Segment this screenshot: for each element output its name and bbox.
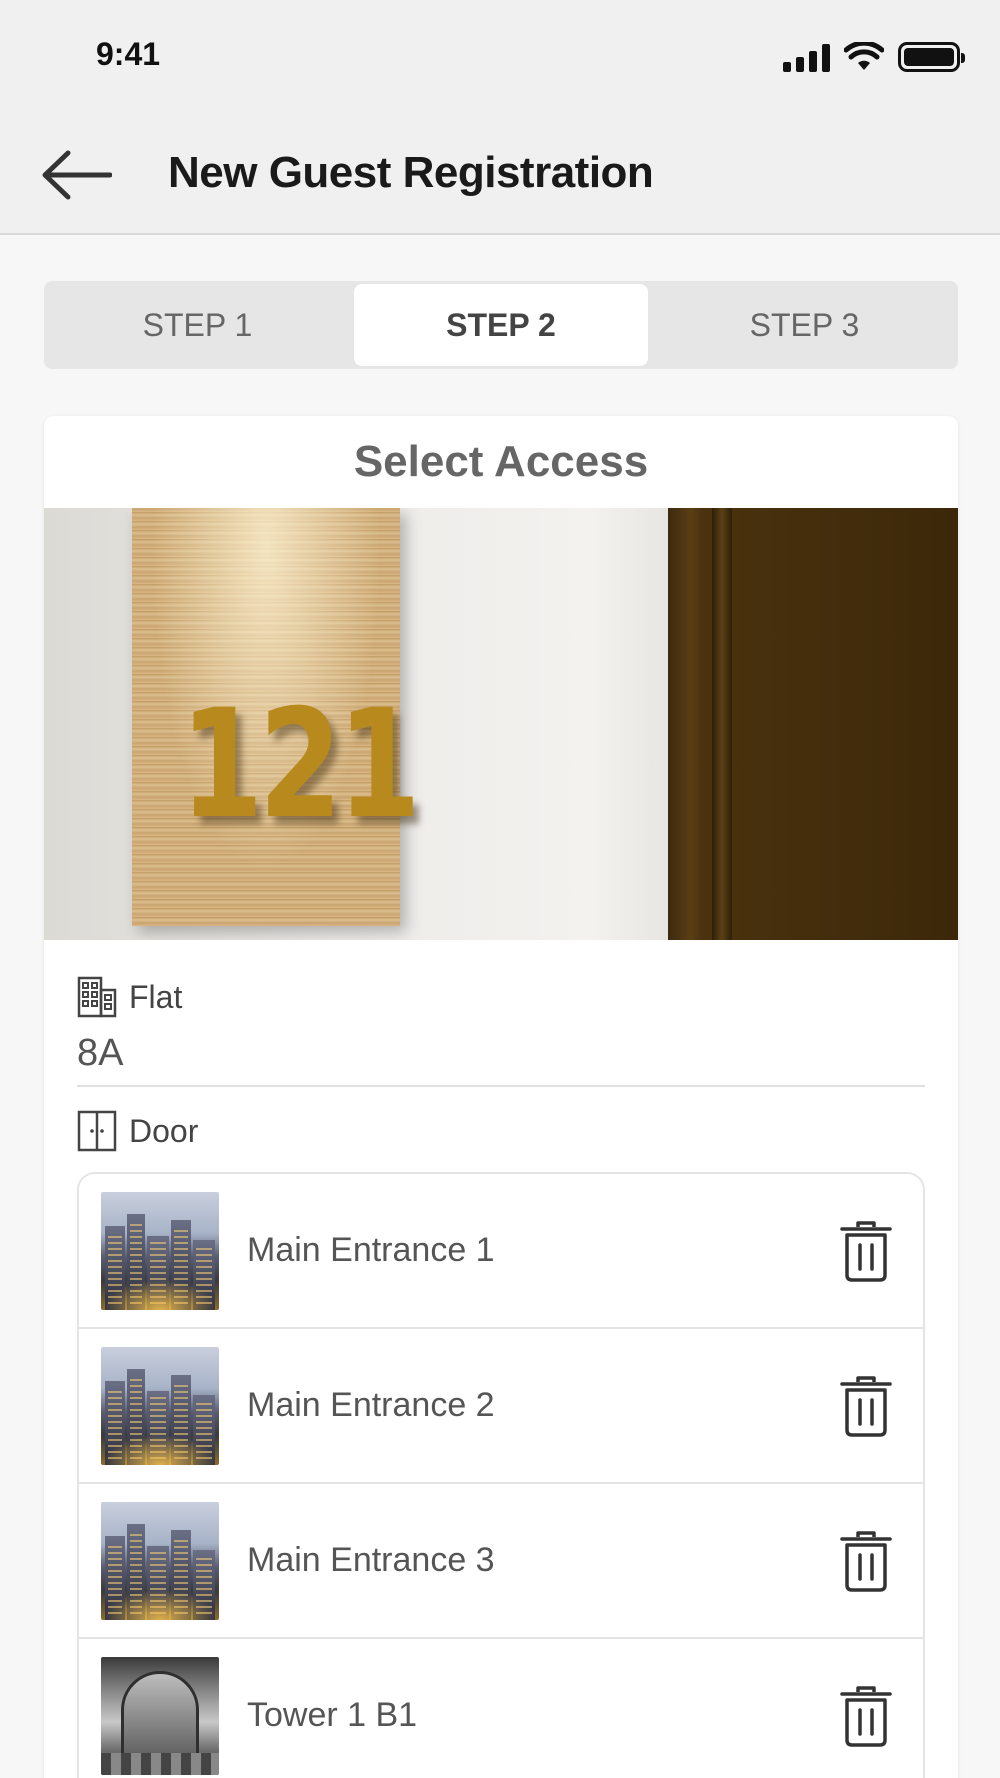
building-icon: [77, 976, 117, 1018]
cellular-signal-icon: [783, 42, 830, 72]
trash-icon: [840, 1685, 892, 1747]
flat-label-row: Flat: [77, 976, 925, 1018]
page-title: New Guest Registration: [168, 148, 654, 197]
delete-door-button[interactable]: [831, 1366, 901, 1446]
city-skyline-thumbnail: [101, 1191, 219, 1310]
door-label: Door: [129, 1112, 199, 1149]
flat-value: 8A: [77, 1032, 925, 1087]
door-list-item[interactable]: Main Entrance 3: [79, 1484, 923, 1639]
status-icons: [783, 42, 965, 72]
step-1-tab[interactable]: STEP 1: [47, 284, 348, 366]
top-area: 9:41 New Guest Registration: [0, 0, 1000, 235]
back-button[interactable]: [36, 140, 116, 210]
trash-icon: [840, 1375, 892, 1437]
door-name: Main Entrance 1: [247, 1231, 495, 1269]
door-icon: [77, 1110, 117, 1152]
door-list-item[interactable]: Main Entrance 2: [79, 1329, 923, 1484]
delete-door-button[interactable]: [831, 1521, 901, 1601]
door-name: Main Entrance 2: [247, 1386, 495, 1424]
arrow-left-icon: [42, 150, 112, 200]
flat-label: Flat: [129, 978, 183, 1015]
lobby-thumbnail: [101, 1656, 219, 1775]
door-list: Main Entrance 1 Main Entrance 2 Main Ent…: [77, 1172, 925, 1778]
header: New Guest Registration: [0, 120, 1000, 230]
door-sign-number: 121: [180, 678, 421, 852]
status-time: 9:41: [96, 36, 161, 72]
door-name: Tower 1 B1: [247, 1696, 418, 1734]
access-card: Select Access 121 Flat 8A Door Main Entr…: [44, 416, 958, 1778]
delete-door-button[interactable]: [831, 1211, 901, 1291]
flat-field[interactable]: Flat 8A: [77, 976, 925, 1087]
step-2-tab[interactable]: STEP 2: [354, 284, 648, 366]
stepper: STEP 1 STEP 2 STEP 3: [44, 281, 958, 369]
wifi-icon: [844, 42, 884, 70]
flat-door-photo: 121: [44, 508, 958, 940]
step-3-tab[interactable]: STEP 3: [654, 284, 955, 366]
door-list-item[interactable]: Main Entrance 1: [79, 1174, 923, 1329]
delete-door-button[interactable]: [831, 1676, 901, 1756]
door-label-row: Door: [77, 1110, 198, 1152]
city-skyline-thumbnail: [101, 1501, 219, 1620]
battery-icon: [898, 42, 965, 72]
door-field: Door: [77, 1110, 198, 1152]
status-bar: 9:41: [0, 0, 1000, 110]
door-frame: [668, 508, 958, 940]
door-name: Main Entrance 3: [247, 1541, 495, 1579]
city-skyline-thumbnail: [101, 1346, 219, 1465]
door-sign-plate: 121: [132, 508, 421, 926]
trash-icon: [840, 1220, 892, 1282]
card-title: Select Access: [353, 437, 649, 486]
trash-icon: [840, 1530, 892, 1592]
door-list-item[interactable]: Tower 1 B1: [79, 1639, 923, 1778]
